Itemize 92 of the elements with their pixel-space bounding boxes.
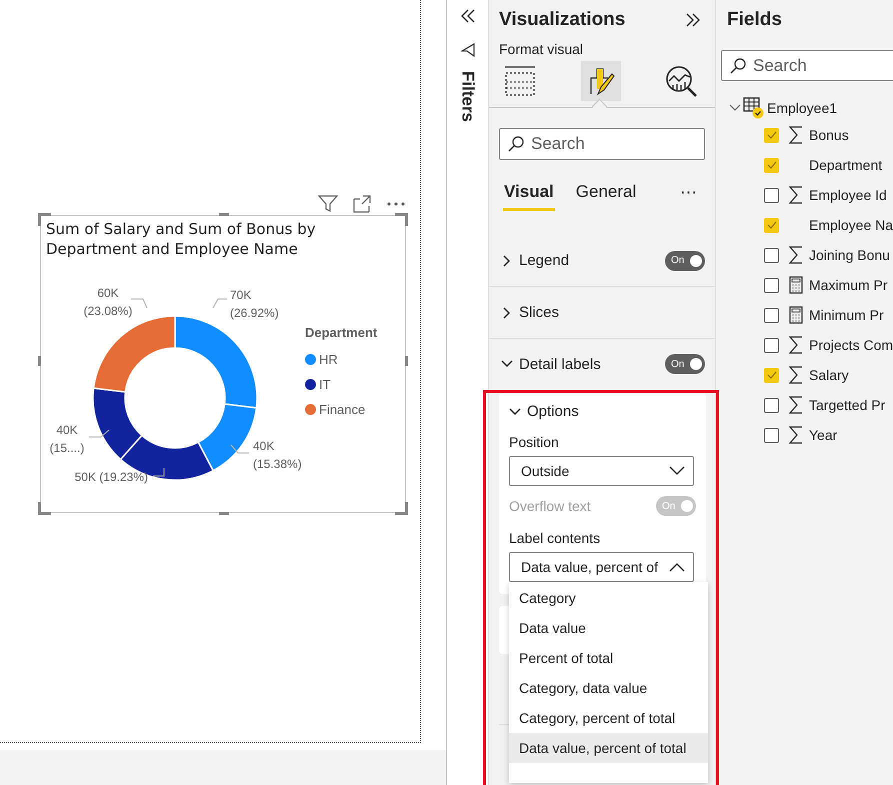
data-label: 40K (15.38%) bbox=[253, 439, 301, 471]
checkbox[interactable] bbox=[764, 278, 779, 292]
dropdown-option[interactable]: Data value bbox=[509, 613, 708, 643]
position-dropdown[interactable]: Outside bbox=[509, 456, 694, 486]
leader-line bbox=[130, 298, 148, 308]
check-icon bbox=[766, 161, 776, 169]
dropdown-option[interactable]: Data value, percent of total bbox=[509, 733, 708, 763]
caret-icon bbox=[669, 562, 685, 572]
leader-line bbox=[230, 444, 250, 454]
focus-mode-icon[interactable] bbox=[352, 195, 372, 213]
field-name[interactable]: Department bbox=[809, 157, 882, 173]
pane-title: Visualizations bbox=[499, 9, 626, 31]
filter-icon[interactable] bbox=[318, 195, 338, 213]
resize-handle[interactable] bbox=[395, 213, 408, 226]
field-name[interactable]: Projects Com bbox=[809, 337, 893, 353]
calculator-icon bbox=[789, 306, 803, 324]
check-icon bbox=[766, 371, 776, 379]
filters-pane-label[interactable]: Filters bbox=[458, 71, 478, 122]
options-header[interactable]: Options bbox=[509, 403, 579, 420]
check-icon bbox=[766, 131, 776, 139]
overflow-text-label: Overflow text bbox=[509, 498, 591, 514]
filter-icon[interactable] bbox=[460, 43, 474, 57]
data-label: 40K (15....) bbox=[50, 423, 84, 455]
data-label: 50K (19.23%) bbox=[74, 470, 148, 484]
field-name[interactable]: Salary bbox=[809, 367, 849, 383]
legend-label: Finance bbox=[319, 402, 366, 417]
data-label: 70K (26.92%) bbox=[230, 288, 279, 320]
field-name[interactable]: Bonus bbox=[809, 127, 849, 143]
legend-label: HR bbox=[319, 352, 338, 367]
sigma-icon bbox=[789, 366, 803, 384]
sigma-icon bbox=[789, 426, 803, 444]
section-header[interactable]: Slices bbox=[501, 304, 560, 321]
dropdown-option[interactable]: Category bbox=[509, 583, 708, 613]
leader-line bbox=[212, 298, 228, 308]
checkbox[interactable] bbox=[764, 308, 779, 322]
caret-icon bbox=[669, 466, 685, 476]
pane-title: Fields bbox=[726, 8, 783, 31]
sigma-icon bbox=[789, 246, 803, 264]
sigma-icon bbox=[789, 126, 803, 144]
resize-handle[interactable] bbox=[38, 356, 41, 366]
label-contents-dropdown[interactable]: Data value, percent of bbox=[509, 552, 694, 582]
checkbox[interactable] bbox=[764, 338, 779, 352]
calculator-icon bbox=[789, 276, 803, 294]
checkbox[interactable] bbox=[764, 248, 779, 262]
resize-handle[interactable] bbox=[219, 512, 229, 515]
table-name[interactable]: Employee1 bbox=[767, 100, 838, 116]
field-name[interactable]: Minimum Pr bbox=[809, 307, 884, 323]
toggle-switch[interactable]: On bbox=[665, 250, 705, 270]
leader-line bbox=[88, 430, 110, 438]
more-options-icon[interactable] bbox=[386, 201, 406, 207]
checkbox[interactable] bbox=[764, 398, 779, 412]
checkbox[interactable] bbox=[764, 188, 779, 202]
legend-label: IT bbox=[319, 377, 331, 392]
field-name[interactable]: Targetted Pr bbox=[809, 397, 886, 413]
position-label: Position bbox=[509, 434, 560, 450]
resize-handle[interactable] bbox=[395, 502, 408, 515]
sigma-icon bbox=[789, 336, 803, 354]
leader-line bbox=[152, 468, 164, 476]
resize-handle[interactable] bbox=[219, 213, 229, 216]
pane-subtitle: Format visual bbox=[498, 40, 584, 57]
field-name[interactable]: Maximum Pr bbox=[809, 277, 888, 293]
pane-tab[interactable]: Visual bbox=[503, 182, 555, 211]
table-icon bbox=[743, 97, 765, 119]
dropdown-option[interactable]: Category, data value bbox=[509, 673, 708, 703]
sigma-icon bbox=[789, 186, 803, 204]
resize-handle[interactable] bbox=[38, 502, 51, 515]
check-icon bbox=[766, 221, 776, 229]
search-field[interactable]: Search bbox=[721, 50, 893, 81]
search-field[interactable]: Search bbox=[499, 128, 705, 160]
chevron-icon bbox=[509, 406, 521, 418]
dropdown-option[interactable]: Category, percent of total bbox=[509, 703, 708, 733]
resize-handle[interactable] bbox=[405, 356, 408, 366]
visual-title: Sum of Salary and Sum of Bonus by Department and Employee Name bbox=[46, 219, 317, 259]
dropdown-option[interactable]: Percent of total bbox=[509, 643, 708, 673]
section-header[interactable]: Detail labels bbox=[501, 356, 601, 372]
sigma-icon bbox=[789, 396, 803, 414]
legend-title: Department bbox=[305, 325, 378, 340]
field-name[interactable]: Joining Bonu bbox=[809, 247, 890, 263]
label-contents-label: Label contents bbox=[509, 530, 602, 546]
toggle-switch[interactable]: On bbox=[665, 354, 705, 374]
pane-tab[interactable]: General bbox=[574, 182, 638, 211]
more-options-button[interactable]: ⋯ bbox=[672, 182, 705, 211]
chevron-icon[interactable] bbox=[729, 103, 741, 113]
format-visual-button[interactable] bbox=[580, 61, 620, 101]
checkbox[interactable] bbox=[764, 428, 779, 442]
expand-icon[interactable] bbox=[685, 13, 701, 27]
data-label: 60K (23.08%) bbox=[84, 286, 132, 318]
field-name[interactable]: Employee Id bbox=[809, 187, 887, 203]
collapse-icon[interactable] bbox=[460, 9, 476, 23]
section-header[interactable]: Legend bbox=[501, 252, 570, 269]
field-name[interactable]: Employee Na bbox=[809, 217, 893, 233]
field-name[interactable]: Year bbox=[809, 427, 838, 443]
